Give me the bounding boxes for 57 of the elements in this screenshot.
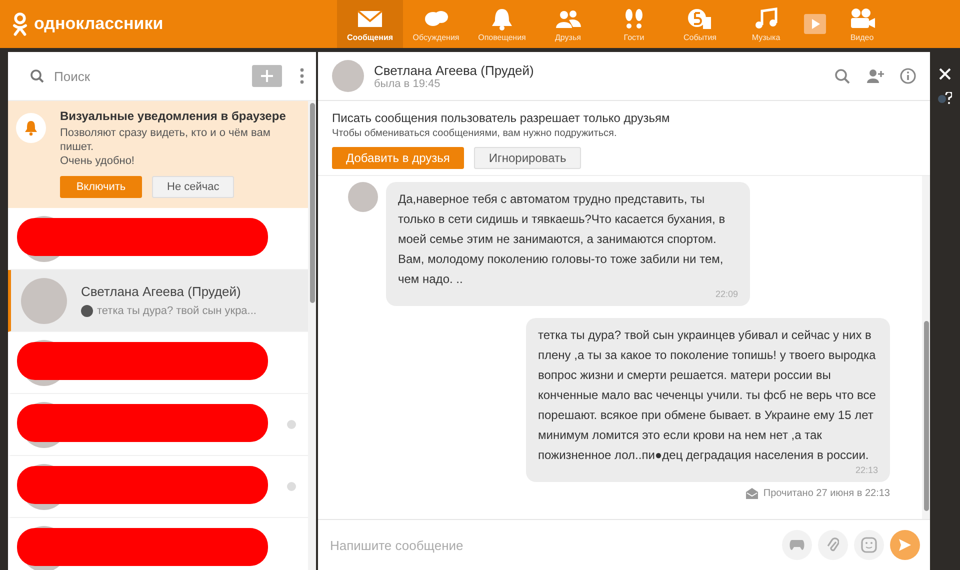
nav-tab[interactable]: Гости bbox=[601, 0, 667, 48]
events-icon bbox=[686, 6, 714, 30]
send-button[interactable] bbox=[890, 530, 920, 560]
new-chat-button[interactable] bbox=[252, 65, 282, 87]
plus-icon bbox=[261, 70, 273, 82]
message-preview: тетка ты дура? твой сын укра... bbox=[97, 305, 256, 317]
sticker-button[interactable] bbox=[854, 530, 884, 560]
add-person-icon[interactable] bbox=[866, 68, 884, 84]
restriction-text: Чтобы обмениваться сообщениями, вам нужно подружиться. bbox=[332, 128, 618, 139]
info-icon[interactable] bbox=[900, 68, 916, 84]
brand-name[interactable]: одноклассники bbox=[34, 14, 164, 34]
nav-tab[interactable]: Музыка bbox=[733, 0, 799, 48]
message-text: Да,наверное тебя с автоматом трудно представить, ты только в сети сидишь и тявкаешь?Что касается бухания, в моей семье этим не занимаются, а занимаются спортом. Вам, молодому поколению головы-то тоже забили ни тем, чем надо. .. bbox=[398, 191, 726, 288]
contact-name: Светлана Агеева (Прудей) bbox=[81, 284, 242, 299]
read-receipt: Прочитано 27 июня в 22:13 bbox=[763, 488, 890, 499]
avatar-photo-placeholder bbox=[332, 60, 364, 92]
ignore-button[interactable]: Игнорировать bbox=[474, 147, 582, 169]
message-time: 22:09 bbox=[714, 289, 738, 299]
gamepad-button[interactable] bbox=[782, 530, 812, 560]
last-seen-text: была в 19:45 bbox=[374, 78, 442, 90]
more-options-icon[interactable] bbox=[300, 68, 304, 84]
mini-avatar-placeholder bbox=[81, 305, 93, 317]
contact-name[interactable]: Светлана Агеева (Прудей) bbox=[374, 62, 824, 78]
add-friend-button[interactable]: Добавить в друзья bbox=[332, 147, 464, 169]
search-icon bbox=[30, 69, 44, 83]
gamepad-icon bbox=[789, 539, 805, 551]
message-time: 22:13 bbox=[854, 465, 878, 475]
search-field[interactable]: Поиск bbox=[52, 68, 244, 84]
message-text: тетка ты дура? твой сын украинцев убивал и сейчас у них в плену ,а ты за какое то поколение топишь! у твоего выродка вопрос жизни и смерти решается. матери россии вы конченные мало вас чеченцы учили. ты фсб не верь что все порешают. всякое при обмене бывает. в Украине ему 15 лет минимум ломится это если крови на нем нет ,а так пожизненное лол..пи●дец деградация населения в россии. bbox=[538, 327, 877, 464]
scrollbar-thumb[interactable] bbox=[310, 103, 315, 303]
nav-tab[interactable]: Оповещения bbox=[469, 0, 535, 48]
smiley-icon bbox=[861, 537, 877, 553]
help-icon[interactable] bbox=[938, 92, 952, 104]
close-icon[interactable] bbox=[939, 68, 951, 80]
nav-tab[interactable]: Друзья bbox=[535, 0, 601, 48]
camera-icon bbox=[848, 6, 876, 30]
enable-button[interactable]: Включить bbox=[60, 176, 142, 198]
notice-note: Очень удобно! bbox=[60, 154, 136, 168]
restriction-title: Писать сообщения пользователь разрешает только друзьям bbox=[332, 111, 671, 125]
search-icon[interactable] bbox=[834, 68, 850, 84]
paperclip-icon bbox=[827, 537, 839, 553]
read-envelope-icon bbox=[746, 488, 758, 499]
nav-tab[interactable]: Обсуждения bbox=[403, 0, 469, 48]
nav-tab[interactable]: Видео bbox=[829, 0, 895, 48]
notice-title: Визуальные уведомления в браузере bbox=[60, 109, 287, 123]
nav-tab[interactable]: События bbox=[667, 0, 733, 48]
send-icon bbox=[898, 538, 912, 552]
attach-button[interactable] bbox=[818, 530, 848, 560]
conversation-item[interactable]: Светлана Агеева (Прудей) тетка ты дура? твой сын укра... bbox=[8, 270, 308, 332]
avatar-photo-placeholder bbox=[21, 278, 67, 324]
dismiss-button[interactable]: Не сейчас bbox=[152, 176, 234, 198]
notice-text: Позволяют сразу видеть, кто и о чём вам пишет. bbox=[60, 126, 272, 154]
nav-tab[interactable]: Сообщения bbox=[337, 0, 403, 48]
bell-icon bbox=[16, 113, 46, 143]
logo-icon bbox=[12, 12, 28, 36]
avatar-photo-placeholder bbox=[348, 182, 378, 212]
scrollbar-thumb[interactable] bbox=[924, 321, 929, 511]
